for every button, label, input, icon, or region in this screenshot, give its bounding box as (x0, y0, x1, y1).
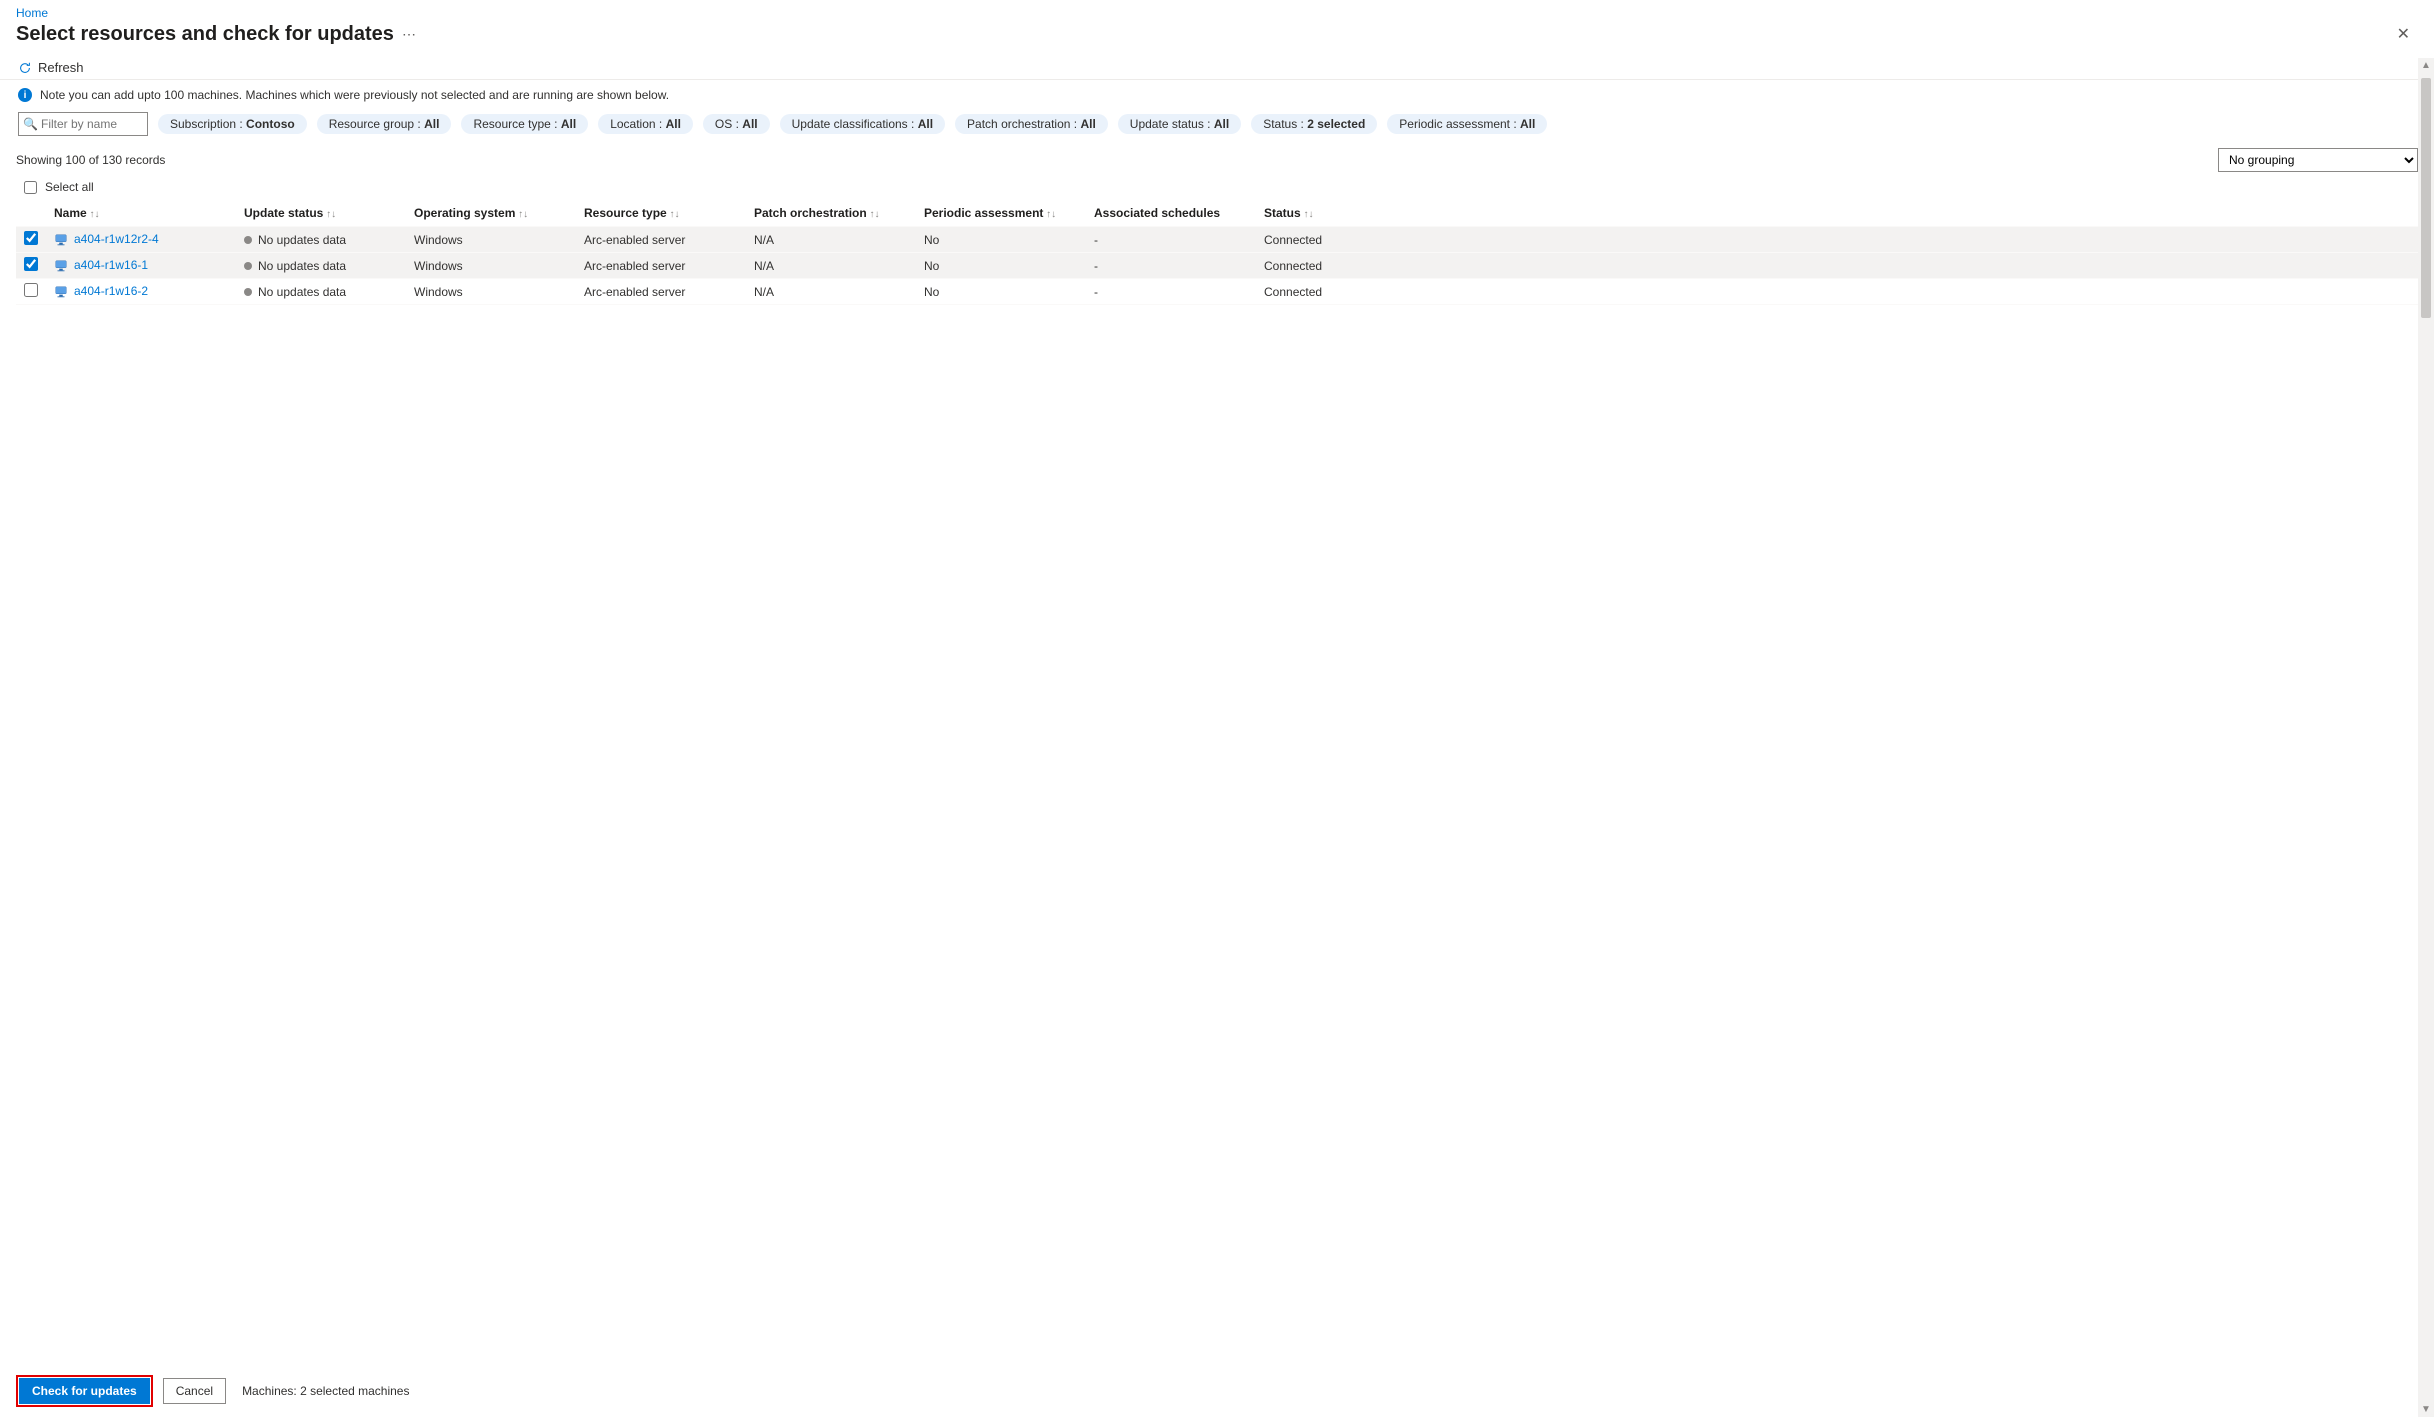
resource-type-cell: Arc-enabled server (576, 227, 746, 253)
info-icon: i (18, 88, 32, 102)
filter-location[interactable]: Location : All (598, 114, 693, 134)
patch-orch-cell: N/A (746, 253, 916, 279)
row-checkbox[interactable] (24, 283, 38, 297)
assoc-cell: - (1086, 253, 1256, 279)
status-cell: Connected (1256, 279, 2418, 305)
table-wrap: Select all Name Update status Operating … (0, 178, 2434, 305)
breadcrumb: Home (0, 0, 2434, 20)
status-dot-icon (244, 236, 252, 244)
summary-row: Showing 100 of 130 records No grouping (0, 144, 2434, 178)
more-menu-icon[interactable]: ⋯ (402, 27, 416, 41)
server-icon (54, 285, 68, 299)
resource-name-link[interactable]: a404-r1w16-2 (74, 284, 148, 298)
filter-update-classifications[interactable]: Update classifications : All (780, 114, 945, 134)
status-cell: Connected (1256, 253, 2418, 279)
info-bar: i Note you can add upto 100 machines. Ma… (0, 80, 2434, 110)
refresh-button[interactable]: Refresh (18, 60, 84, 75)
filter-os[interactable]: OS : All (703, 114, 770, 134)
filter-input-wrap: 🔍 (18, 112, 148, 136)
status-dot-icon (244, 288, 252, 296)
col-resource-type[interactable]: Resource type (576, 200, 746, 227)
resource-name-link[interactable]: a404-r1w16-1 (74, 258, 148, 272)
filter-periodic-assessment[interactable]: Periodic assessment : All (1387, 114, 1547, 134)
table-row: a404-r1w16-2 No updates data Windows Arc… (16, 279, 2418, 305)
table-row: a404-r1w16-1 No updates data Windows Arc… (16, 253, 2418, 279)
footer: Check for updates Cancel Machines: 2 sel… (0, 1365, 2434, 1417)
server-icon (54, 259, 68, 273)
col-name[interactable]: Name (46, 200, 236, 227)
periodic-cell: No (916, 253, 1086, 279)
assoc-cell: - (1086, 279, 1256, 305)
resource-name-link[interactable]: a404-r1w12r2-4 (74, 232, 159, 246)
search-icon: 🔍 (23, 117, 38, 131)
grouping-select[interactable]: No grouping (2218, 148, 2418, 172)
os-cell: Windows (406, 279, 576, 305)
select-all-checkbox[interactable] (24, 181, 37, 194)
scroll-up-icon[interactable]: ▲ (2419, 58, 2433, 73)
col-periodic[interactable]: Periodic assessment (916, 200, 1086, 227)
os-cell: Windows (406, 253, 576, 279)
status-cell: Connected (1256, 227, 2418, 253)
col-os[interactable]: Operating system (406, 200, 576, 227)
scroll-down-icon[interactable]: ▼ (2419, 1402, 2433, 1417)
refresh-label: Refresh (38, 60, 84, 75)
col-assoc[interactable]: Associated schedules (1086, 200, 1256, 227)
scrollbar-thumb[interactable] (2421, 78, 2431, 318)
row-checkbox[interactable] (24, 257, 38, 271)
update-status-text: No updates data (258, 233, 346, 247)
resource-type-cell: Arc-enabled server (576, 253, 746, 279)
filter-subscription[interactable]: Subscription : Contoso (158, 114, 307, 134)
filter-status[interactable]: Status : 2 selected (1251, 114, 1377, 134)
patch-orch-cell: N/A (746, 227, 916, 253)
update-status-text: No updates data (258, 259, 346, 273)
toolbar: Refresh (0, 54, 2434, 80)
check-updates-highlight: Check for updates (16, 1375, 153, 1407)
row-checkbox[interactable] (24, 231, 38, 245)
resource-type-cell: Arc-enabled server (576, 279, 746, 305)
periodic-cell: No (916, 279, 1086, 305)
update-status-text: No updates data (258, 285, 346, 299)
check-for-updates-button[interactable]: Check for updates (19, 1378, 150, 1404)
filter-patch-orchestration[interactable]: Patch orchestration : All (955, 114, 1108, 134)
filter-resource-type[interactable]: Resource type : All (461, 114, 588, 134)
filter-update-status[interactable]: Update status : All (1118, 114, 1241, 134)
refresh-icon (18, 61, 32, 75)
page-header: Select resources and check for updates ⋯… (0, 20, 2434, 54)
col-update-status[interactable]: Update status (236, 200, 406, 227)
info-text: Note you can add upto 100 machines. Mach… (40, 88, 669, 102)
record-count: Showing 100 of 130 records (16, 153, 165, 167)
select-all-label: Select all (45, 180, 94, 194)
col-patch-orch[interactable]: Patch orchestration (746, 200, 916, 227)
vertical-scrollbar[interactable]: ▲ ▼ (2418, 58, 2434, 1417)
filters-row: 🔍 Subscription : Contoso Resource group … (0, 110, 2434, 144)
filter-resource-group[interactable]: Resource group : All (317, 114, 452, 134)
footer-status: Machines: 2 selected machines (242, 1384, 409, 1398)
col-status[interactable]: Status (1256, 200, 2418, 227)
status-dot-icon (244, 262, 252, 270)
resources-table: Name Update status Operating system Reso… (16, 200, 2418, 305)
server-icon (54, 233, 68, 247)
cancel-button[interactable]: Cancel (163, 1378, 226, 1404)
breadcrumb-home[interactable]: Home (16, 6, 48, 20)
periodic-cell: No (916, 227, 1086, 253)
patch-orch-cell: N/A (746, 279, 916, 305)
close-icon[interactable]: ✕ (2389, 20, 2418, 48)
assoc-cell: - (1086, 227, 1256, 253)
os-cell: Windows (406, 227, 576, 253)
page-title: Select resources and check for updates (16, 23, 394, 46)
table-row: a404-r1w12r2-4 No updates data Windows A… (16, 227, 2418, 253)
